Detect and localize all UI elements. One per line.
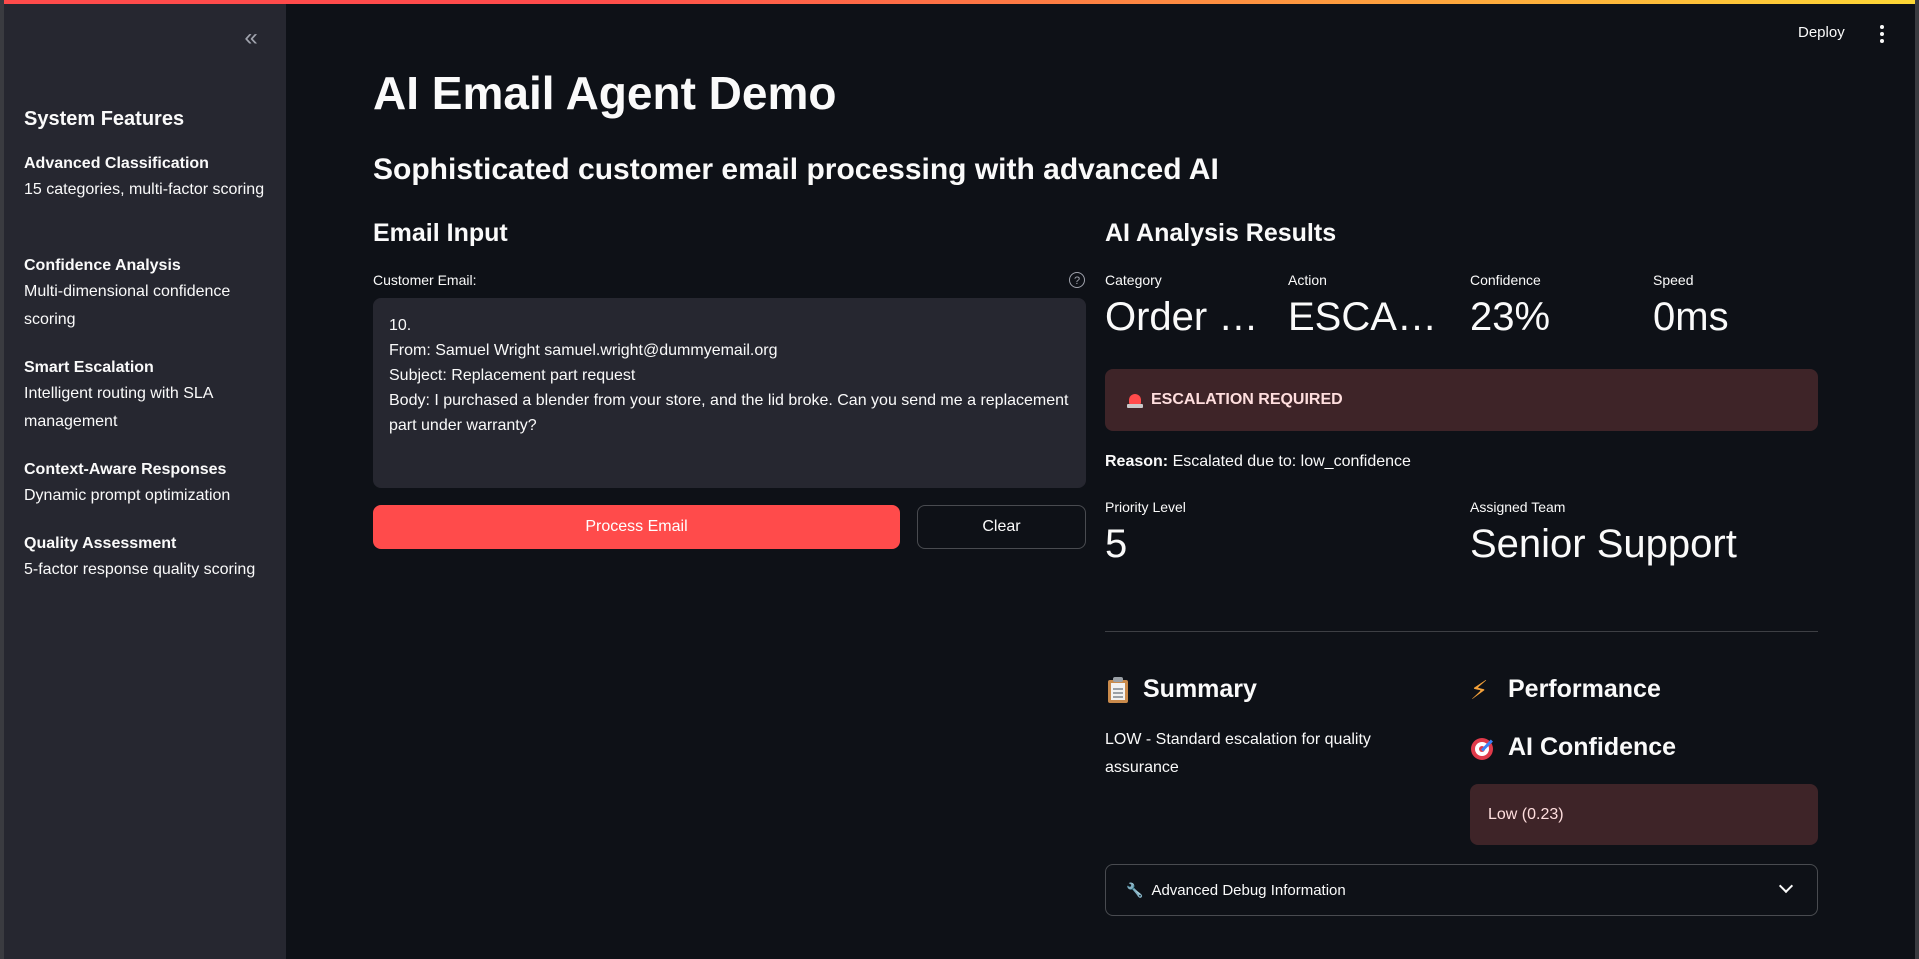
feature-title: Context-Aware Responses bbox=[24, 461, 227, 478]
top-decoration-bar bbox=[0, 0, 1919, 4]
feature-title: Advanced Classification bbox=[24, 155, 209, 172]
alert-text: ESCALATION REQUIRED bbox=[1151, 391, 1343, 408]
email-input-heading: Email Input bbox=[373, 219, 508, 247]
chevron-down-icon[interactable] bbox=[1778, 878, 1794, 894]
feature-advanced-classification: Advanced Classification 15 categories, m… bbox=[24, 152, 274, 204]
results-heading: AI Analysis Results bbox=[1105, 219, 1337, 247]
section-divider bbox=[1105, 631, 1818, 632]
deploy-button[interactable]: Deploy bbox=[1798, 24, 1845, 41]
feature-desc: Dynamic prompt optimization bbox=[24, 487, 231, 504]
metric-action-label: Action bbox=[1288, 272, 1327, 288]
metric-speed-value: 0ms bbox=[1653, 295, 1729, 339]
process-email-button[interactable]: Process Email bbox=[373, 505, 900, 549]
page-title: AI Email Agent Demo bbox=[373, 67, 837, 119]
escalation-alert: ESCALATION REQUIRED bbox=[1105, 369, 1818, 431]
summary-heading: Summary bbox=[1105, 675, 1257, 704]
feature-confidence-analysis: Confidence Analysis Multi-dimensional co… bbox=[24, 254, 274, 334]
metric-confidence-value: 23% bbox=[1470, 295, 1551, 339]
summary-text: LOW - Standard escalation for quality as… bbox=[1105, 731, 1371, 776]
metric-confidence-label: Confidence bbox=[1470, 272, 1541, 288]
ai-confidence-value: Low (0.23) bbox=[1488, 805, 1564, 823]
feature-desc: 5-factor response quality scoring bbox=[24, 561, 256, 578]
ai-confidence-box: Low (0.23) bbox=[1470, 784, 1818, 845]
kebab-menu-icon[interactable] bbox=[1872, 22, 1892, 46]
ai-confidence-heading-text: AI Confidence bbox=[1508, 733, 1677, 761]
ai-confidence-heading: AI Confidence bbox=[1470, 733, 1676, 762]
team-label: Assigned Team bbox=[1470, 499, 1566, 515]
siren-icon bbox=[1127, 392, 1143, 408]
priority-value: 5 bbox=[1105, 522, 1128, 566]
sidebar-title: System Features bbox=[24, 108, 185, 130]
debug-info-label: Advanced Debug Information bbox=[1151, 881, 1346, 899]
target-icon bbox=[1470, 735, 1496, 761]
page-subtitle: Sophisticated customer email processing … bbox=[373, 153, 1219, 186]
metric-action-value: ESCALA… bbox=[1288, 295, 1458, 339]
collapse-sidebar-icon[interactable]: « bbox=[239, 26, 263, 50]
feature-title: Confidence Analysis bbox=[24, 257, 181, 274]
feature-title: Quality Assessment bbox=[24, 535, 177, 552]
clipboard-icon bbox=[1105, 676, 1131, 703]
wrench-icon: 🔧 bbox=[1126, 881, 1144, 898]
help-icon[interactable]: ? bbox=[1069, 272, 1085, 288]
feature-smart-escalation: Smart Escalation Intelligent routing wit… bbox=[24, 356, 274, 436]
debug-info-expander[interactable]: 🔧 Advanced Debug Information bbox=[1105, 864, 1818, 916]
lightning-icon: ⚡ bbox=[1470, 674, 1489, 705]
reason-text: Escalated due to: low_confidence bbox=[1168, 453, 1411, 470]
customer-email-label: Customer Email: bbox=[373, 272, 477, 288]
performance-heading-text: Performance bbox=[1508, 675, 1661, 703]
priority-label: Priority Level bbox=[1105, 499, 1186, 515]
sidebar: « System Features Advanced Classificatio… bbox=[4, 4, 286, 959]
feature-title: Smart Escalation bbox=[24, 359, 154, 376]
reason-label: Reason: bbox=[1105, 453, 1169, 470]
feature-desc: Multi-dimensional confidence scoring bbox=[24, 283, 231, 328]
metric-category-label: Category bbox=[1105, 272, 1162, 288]
feature-desc: Intelligent routing with SLA management bbox=[24, 385, 213, 430]
metric-category-value: Order S… bbox=[1105, 295, 1275, 339]
team-value: Senior Support bbox=[1470, 522, 1737, 566]
clear-button[interactable]: Clear bbox=[917, 505, 1086, 549]
feature-context-aware-responses: Context-Aware Responses Dynamic prompt o… bbox=[24, 458, 274, 510]
feature-desc: 15 categories, multi-factor scoring bbox=[24, 181, 265, 198]
performance-heading: ⚡ Performance bbox=[1470, 675, 1661, 704]
customer-email-textarea[interactable]: 10. From: Samuel Wright samuel.wright@du… bbox=[373, 298, 1086, 488]
metric-speed-label: Speed bbox=[1653, 272, 1694, 288]
escalation-reason: Reason: Escalated due to: low_confidence bbox=[1105, 453, 1411, 471]
feature-quality-assessment: Quality Assessment 5-factor response qua… bbox=[24, 532, 274, 584]
summary-heading-text: Summary bbox=[1143, 675, 1257, 703]
window-frame-right bbox=[1915, 0, 1919, 959]
